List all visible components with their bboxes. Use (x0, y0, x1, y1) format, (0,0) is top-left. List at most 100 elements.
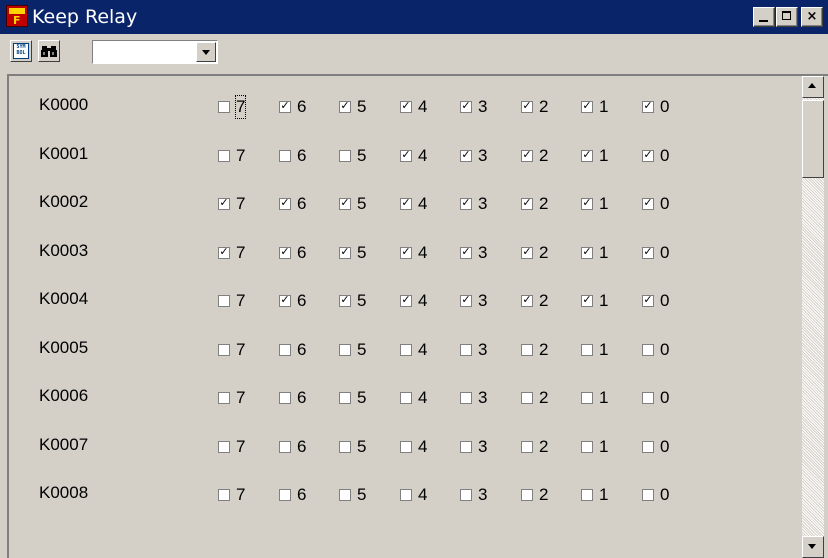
bit-checkbox[interactable]: 3 (460, 387, 510, 407)
checkbox-checked-icon[interactable]: ✓ (521, 196, 533, 210)
checkbox-unchecked-icon[interactable] (339, 441, 351, 453)
bit-checkbox[interactable]: 6 (279, 145, 329, 165)
checkbox-unchecked-icon[interactable] (218, 150, 230, 162)
checkbox-checked-icon[interactable]: ✓ (339, 293, 351, 307)
checkbox-unchecked-icon[interactable] (279, 344, 291, 356)
bit-checkbox[interactable]: 5 (339, 387, 389, 407)
checkbox-checked-icon[interactable]: ✓ (521, 148, 533, 162)
bit-checkbox[interactable]: ✓ 6 (279, 242, 329, 262)
checkbox-unchecked-icon[interactable] (279, 489, 291, 501)
checkbox-checked-icon[interactable]: ✓ (339, 245, 351, 259)
checkbox-checked-icon[interactable]: ✓ (400, 148, 412, 162)
bit-checkbox[interactable]: 3 (460, 484, 510, 504)
checkbox-checked-icon[interactable]: ✓ (279, 293, 291, 307)
scroll-down-button[interactable] (802, 536, 824, 558)
combo-dropdown-button[interactable] (196, 42, 216, 62)
checkbox-checked-icon[interactable]: ✓ (400, 196, 412, 210)
checkbox-checked-icon[interactable]: ✓ (642, 148, 654, 162)
bit-checkbox[interactable]: ✓ 3 (460, 193, 510, 213)
bit-checkbox[interactable]: 6 (279, 436, 329, 456)
bit-checkbox[interactable]: 1 (581, 436, 631, 456)
checkbox-unchecked-icon[interactable] (218, 295, 230, 307)
checkbox-checked-icon[interactable]: ✓ (339, 196, 351, 210)
bit-checkbox[interactable]: 7 (218, 290, 268, 310)
checkbox-unchecked-icon[interactable] (218, 101, 230, 113)
bit-checkbox[interactable]: 2 (521, 436, 571, 456)
bit-checkbox[interactable]: ✓ 0 (642, 96, 692, 116)
bit-checkbox[interactable]: ✓ 4 (400, 145, 450, 165)
checkbox-checked-icon[interactable]: ✓ (460, 293, 472, 307)
bit-checkbox[interactable]: 0 (642, 339, 692, 359)
find-button[interactable] (38, 40, 60, 62)
checkbox-unchecked-icon[interactable] (581, 489, 593, 501)
bit-checkbox[interactable]: 4 (400, 339, 450, 359)
checkbox-checked-icon[interactable]: ✓ (581, 245, 593, 259)
bit-checkbox[interactable]: ✓ 7 (218, 242, 268, 262)
bit-checkbox[interactable]: 5 (339, 145, 389, 165)
checkbox-checked-icon[interactable]: ✓ (642, 245, 654, 259)
bit-checkbox[interactable]: 7 (218, 436, 268, 456)
bit-checkbox[interactable]: 3 (460, 436, 510, 456)
checkbox-unchecked-icon[interactable] (279, 441, 291, 453)
bit-checkbox[interactable]: ✓ 2 (521, 242, 571, 262)
checkbox-checked-icon[interactable]: ✓ (460, 148, 472, 162)
checkbox-checked-icon[interactable]: ✓ (339, 99, 351, 113)
bit-checkbox[interactable]: 1 (581, 484, 631, 504)
bit-checkbox[interactable]: 1 (581, 387, 631, 407)
checkbox-unchecked-icon[interactable] (460, 392, 472, 404)
bit-checkbox[interactable]: ✓ 1 (581, 242, 631, 262)
checkbox-checked-icon[interactable]: ✓ (400, 245, 412, 259)
bit-checkbox[interactable]: ✓ 4 (400, 193, 450, 213)
bit-checkbox[interactable]: 7 (218, 387, 268, 407)
checkbox-unchecked-icon[interactable] (521, 441, 533, 453)
bit-checkbox[interactable]: ✓ 7 (218, 193, 268, 213)
bit-checkbox[interactable]: 0 (642, 436, 692, 456)
bit-checkbox[interactable]: 2 (521, 484, 571, 504)
bit-checkbox[interactable]: ✓ 6 (279, 96, 329, 116)
checkbox-unchecked-icon[interactable] (400, 489, 412, 501)
bit-checkbox[interactable]: ✓ 1 (581, 145, 631, 165)
bit-checkbox[interactable]: 6 (279, 339, 329, 359)
bit-checkbox[interactable]: 4 (400, 484, 450, 504)
checkbox-checked-icon[interactable]: ✓ (218, 245, 230, 259)
minimize-button[interactable] (753, 7, 775, 27)
bit-checkbox[interactable]: ✓ 3 (460, 145, 510, 165)
bit-checkbox[interactable]: 7 (218, 339, 268, 359)
checkbox-checked-icon[interactable]: ✓ (400, 293, 412, 307)
bit-checkbox[interactable]: ✓ 6 (279, 193, 329, 213)
title-bar[interactable]: F Keep Relay × (0, 0, 828, 34)
bit-checkbox[interactable]: 1 (581, 339, 631, 359)
checkbox-unchecked-icon[interactable] (460, 344, 472, 356)
checkbox-checked-icon[interactable]: ✓ (279, 99, 291, 113)
checkbox-checked-icon[interactable]: ✓ (581, 196, 593, 210)
bit-checkbox[interactable]: ✓ 0 (642, 290, 692, 310)
bit-checkbox[interactable]: ✓ 0 (642, 145, 692, 165)
checkbox-unchecked-icon[interactable] (642, 489, 654, 501)
checkbox-checked-icon[interactable]: ✓ (279, 245, 291, 259)
scroll-up-button[interactable] (802, 76, 824, 98)
checkbox-unchecked-icon[interactable] (400, 392, 412, 404)
bit-checkbox[interactable]: 4 (400, 387, 450, 407)
bit-checkbox[interactable]: ✓ 2 (521, 145, 571, 165)
vertical-scrollbar[interactable] (802, 76, 824, 558)
checkbox-unchecked-icon[interactable] (279, 392, 291, 404)
checkbox-checked-icon[interactable]: ✓ (581, 99, 593, 113)
checkbox-unchecked-icon[interactable] (581, 441, 593, 453)
maximize-button[interactable] (776, 7, 798, 27)
checkbox-checked-icon[interactable]: ✓ (581, 148, 593, 162)
bit-checkbox[interactable]: ✓ 1 (581, 193, 631, 213)
checkbox-unchecked-icon[interactable] (521, 344, 533, 356)
bit-checkbox[interactable]: 0 (642, 484, 692, 504)
checkbox-unchecked-icon[interactable] (400, 441, 412, 453)
bit-checkbox[interactable]: ✓ 4 (400, 290, 450, 310)
scrollbar-thumb[interactable] (802, 100, 824, 178)
bit-checkbox[interactable]: 5 (339, 484, 389, 504)
bit-checkbox[interactable]: ✓ 5 (339, 242, 389, 262)
bit-checkbox[interactable]: ✓ 4 (400, 242, 450, 262)
checkbox-unchecked-icon[interactable] (339, 150, 351, 162)
checkbox-unchecked-icon[interactable] (218, 441, 230, 453)
bit-checkbox[interactable]: 3 (460, 339, 510, 359)
checkbox-checked-icon[interactable]: ✓ (521, 245, 533, 259)
checkbox-checked-icon[interactable]: ✓ (521, 293, 533, 307)
checkbox-checked-icon[interactable]: ✓ (460, 196, 472, 210)
